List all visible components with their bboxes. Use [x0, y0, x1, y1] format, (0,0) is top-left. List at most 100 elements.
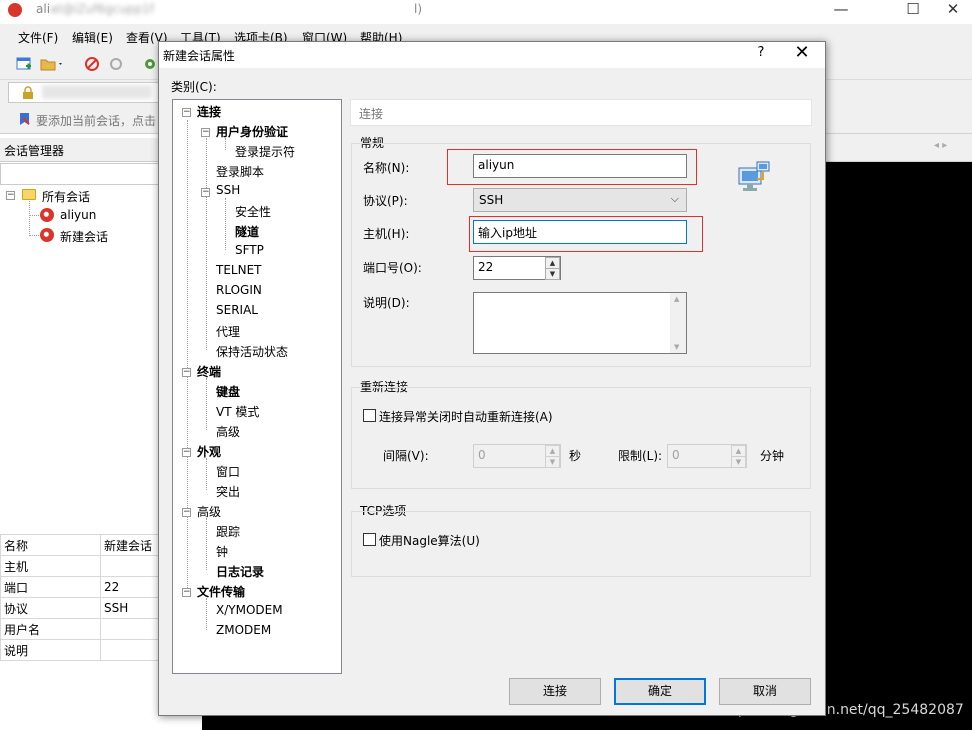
folder-icon — [22, 189, 36, 200]
tree-connector — [29, 235, 39, 236]
host-label: 主机(H): — [363, 227, 410, 241]
dialog-close-button[interactable]: ✕ — [789, 42, 815, 63]
cancel-button[interactable]: 取消 — [719, 678, 811, 705]
category-keepalive[interactable]: 保持活动状态 — [216, 343, 288, 360]
minimize-button[interactable]: — — [818, 0, 864, 24]
protocol-value: SSH — [479, 193, 504, 207]
category-advanced[interactable]: 高级 — [197, 503, 221, 520]
tab-scroll-icon[interactable]: ◂ ▸ — [934, 140, 947, 151]
spin-down-icon[interactable]: ▼ — [731, 456, 746, 468]
scroll-down-icon[interactable]: ▼ — [674, 343, 679, 351]
chevron-down-icon: ⌵ — [670, 192, 679, 205]
tree-session-aliyun[interactable]: aliyun — [60, 208, 96, 222]
expand-file-transfer-icon[interactable]: − — [182, 588, 191, 597]
protocol-select[interactable]: SSH ⌵ — [473, 188, 687, 212]
category-window[interactable]: 窗口 — [216, 463, 240, 480]
category-sftp[interactable]: SFTP — [235, 243, 264, 257]
category-vt-mode[interactable]: VT 模式 — [216, 403, 259, 420]
new-session-icon[interactable] — [16, 56, 32, 72]
tree-connector — [29, 201, 30, 236]
table-row: 主机 — [0, 555, 160, 577]
app-close-button[interactable]: ✕ — [930, 0, 972, 24]
auto-reconnect-checkbox[interactable] — [363, 409, 376, 422]
category-file-transfer[interactable]: 文件传输 — [197, 583, 245, 600]
expand-advanced-icon[interactable]: − — [182, 508, 191, 517]
interval-input[interactable]: 0 ▲ ▼ — [473, 444, 561, 468]
category-tracking[interactable]: 跟踪 — [216, 523, 240, 540]
category-keyboard[interactable]: 键盘 — [216, 383, 240, 400]
spin-down-icon[interactable]: ▼ — [545, 456, 560, 468]
limit-input[interactable]: 0 ▲ ▼ — [667, 444, 747, 468]
category-security[interactable]: 安全性 — [235, 203, 271, 220]
category-highlight[interactable]: 突出 — [216, 483, 240, 500]
tree-collapse-icon[interactable]: − — [6, 191, 15, 200]
table-row: 协议 SSH — [0, 597, 160, 619]
menu-file[interactable]: 文件(F) — [18, 29, 58, 46]
session-manager-title: 会话管理器 — [4, 144, 65, 158]
category-telnet[interactable]: TELNET — [216, 263, 262, 277]
category-login-prompt[interactable]: 登录提示符 — [235, 143, 295, 160]
name-input[interactable]: aliyun — [473, 154, 687, 178]
expand-connection-icon[interactable]: − — [182, 108, 191, 117]
tree-session-new[interactable]: 新建会话 — [60, 228, 108, 245]
category-appearance[interactable]: 外观 — [197, 443, 221, 460]
spin-down-icon[interactable]: ▼ — [545, 268, 560, 280]
reconnect-icon[interactable] — [108, 56, 124, 72]
expand-auth-icon[interactable]: − — [201, 128, 210, 137]
category-xymodem[interactable]: X/YMODEM — [216, 603, 283, 617]
section-header: 连接 — [350, 99, 812, 126]
category-tunnel[interactable]: 隧道 — [235, 223, 259, 240]
table-row: 名称 新建会话 — [0, 534, 160, 556]
tab-strip — [826, 134, 972, 162]
tree-connector — [187, 120, 188, 590]
session-icon — [40, 228, 54, 242]
tree-connector — [225, 198, 226, 250]
category-serial[interactable]: SERIAL — [216, 303, 258, 317]
ok-button[interactable]: 确定 — [614, 678, 706, 705]
table-row: 说明 — [0, 639, 160, 661]
expand-terminal-icon[interactable]: − — [182, 368, 191, 377]
tree-connector — [206, 378, 207, 430]
nagle-checkbox[interactable] — [363, 533, 376, 546]
description-scrollbar[interactable]: ▲ ▼ — [670, 293, 686, 353]
menu-edit[interactable]: 编辑(E) — [72, 29, 113, 46]
category-login-script[interactable]: 登录脚本 — [216, 163, 264, 180]
session-icon — [40, 208, 54, 222]
help-button[interactable]: ? — [751, 45, 771, 60]
limit-label: 限制(L): — [618, 449, 663, 463]
bookmark-icon — [18, 112, 32, 129]
app-window-title: aliat@iZuf6gcupp1f l) — [36, 2, 423, 16]
open-folder-icon[interactable] — [40, 56, 62, 72]
category-terminal-advanced[interactable]: 高级 — [216, 423, 240, 440]
category-connection[interactable]: 连接 — [197, 103, 221, 120]
connect-button[interactable]: 连接 — [509, 678, 601, 705]
host-input[interactable]: 输入ip地址 — [473, 220, 687, 244]
category-proxy[interactable]: 代理 — [216, 323, 240, 340]
expand-ssh-icon[interactable]: − — [201, 188, 210, 197]
category-bell[interactable]: 钟 — [216, 543, 228, 560]
tree-connector — [206, 518, 207, 570]
tree-root-all-sessions[interactable]: 所有会话 — [42, 188, 90, 205]
disconnect-icon[interactable] — [84, 56, 100, 72]
limit-value: 0 — [672, 448, 680, 462]
auto-reconnect-label[interactable]: 连接异常关闭时自动重新连接(A) — [379, 408, 553, 425]
port-value: 22 — [478, 260, 494, 274]
category-tree[interactable]: − 连接 − 用户身份验证 登录提示符 登录脚本 − SSH 安全性 隧道 SF… — [172, 99, 342, 674]
nagle-label[interactable]: 使用Nagle算法(U) — [379, 532, 480, 549]
dialog-title: 新建会话属性 — [163, 49, 236, 63]
description-textarea[interactable]: ▲ ▼ — [473, 292, 687, 354]
category-auth[interactable]: 用户身份验证 — [216, 123, 288, 140]
tree-connector — [206, 138, 207, 350]
session-search-input[interactable] — [0, 163, 160, 185]
category-zmodem[interactable]: ZMODEM — [216, 623, 271, 637]
category-terminal[interactable]: 终端 — [197, 363, 221, 380]
category-logging[interactable]: 日志记录 — [216, 563, 264, 580]
category-ssh[interactable]: SSH — [216, 183, 240, 197]
dialog-titlebar — [159, 42, 825, 68]
category-rlogin[interactable]: RLOGIN — [216, 283, 262, 297]
port-input[interactable]: 22 ▲ ▼ — [473, 256, 561, 280]
expand-appearance-icon[interactable]: − — [182, 448, 191, 457]
settings-icon[interactable] — [142, 56, 158, 72]
reconnect-group — [351, 387, 811, 489]
scroll-up-icon[interactable]: ▲ — [674, 295, 679, 303]
